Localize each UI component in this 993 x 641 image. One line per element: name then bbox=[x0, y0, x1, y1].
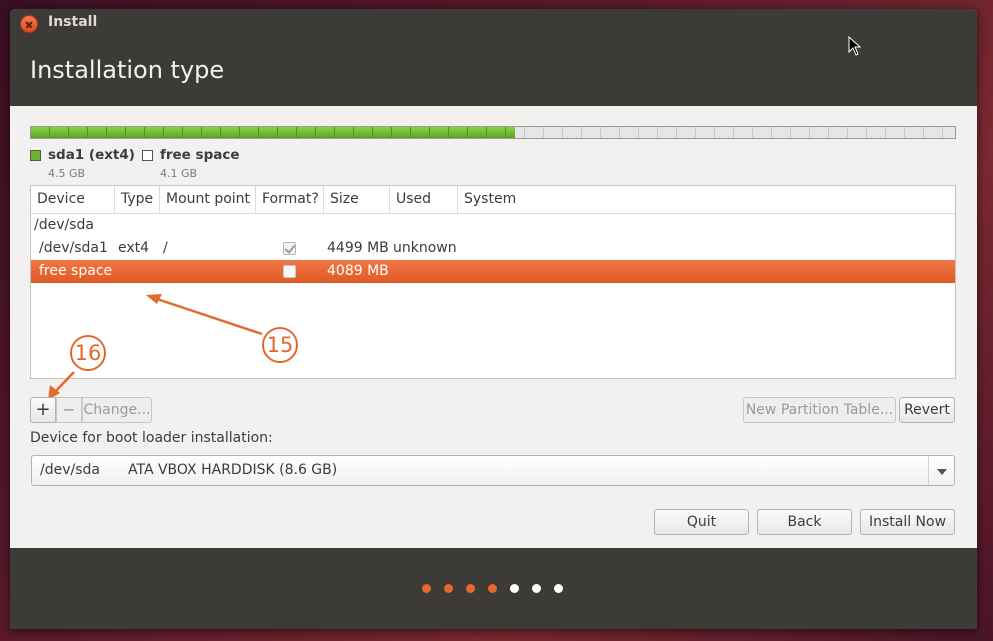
table-row-sda1[interactable]: /dev/sda1 ext4 / 4499 MB unknown bbox=[31, 237, 955, 260]
legend-size: 4.5 GB bbox=[48, 167, 86, 180]
title-bar: Install Installation type bbox=[10, 9, 977, 106]
install-now-button[interactable]: Install Now bbox=[860, 509, 955, 535]
main-content: sda1 (ext4) 4.5 GB free space 4.1 GB Dev… bbox=[10, 106, 977, 548]
progress-dot-3 bbox=[466, 584, 475, 593]
boot-device-description: ATA VBOX HARDDISK (8.6 GB) bbox=[128, 462, 338, 478]
boot-device: /dev/sda bbox=[40, 462, 100, 478]
back-button[interactable]: Back bbox=[757, 509, 852, 535]
dropdown-arrow-icon[interactable] bbox=[928, 456, 954, 485]
partition-table: Device Type Mount point Format? Size Use… bbox=[30, 185, 956, 379]
cell-mount-point: / bbox=[163, 240, 168, 256]
column-header-mount-point[interactable]: Mount point bbox=[160, 186, 256, 213]
quit-button[interactable]: Quit bbox=[654, 509, 749, 535]
legend-swatch-sda1 bbox=[30, 150, 41, 161]
progress-footer bbox=[10, 548, 977, 629]
table-row-free-space[interactable]: free space 4089 MB bbox=[31, 260, 955, 283]
legend-swatch-free-space bbox=[142, 150, 153, 161]
cell-size: 4499 MB bbox=[327, 240, 389, 256]
revert-button[interactable]: Revert bbox=[899, 397, 955, 423]
format-checkbox[interactable] bbox=[283, 242, 296, 255]
new-partition-table-button[interactable]: New Partition Table... bbox=[743, 397, 896, 423]
boot-loader-label: Device for boot loader installation: bbox=[30, 430, 273, 446]
mouse-pointer-icon bbox=[848, 36, 862, 56]
legend-name: free space bbox=[160, 147, 240, 163]
cell-size: 4089 MB bbox=[327, 263, 389, 279]
add-partition-button[interactable]: + bbox=[30, 397, 56, 423]
legend-size: 4.1 GB bbox=[160, 167, 198, 180]
annotation-15: 15 bbox=[262, 327, 298, 363]
table-row-disk[interactable]: /dev/sda bbox=[31, 214, 955, 237]
progress-dot-6 bbox=[532, 584, 541, 593]
cell-device: free space bbox=[39, 263, 113, 279]
page-title: Installation type bbox=[30, 56, 225, 84]
column-header-type[interactable]: Type bbox=[115, 186, 160, 213]
cell-device: /dev/sda bbox=[34, 217, 94, 233]
change-partition-button[interactable]: Change... bbox=[82, 397, 152, 423]
close-icon[interactable] bbox=[20, 15, 38, 33]
cell-used: unknown bbox=[393, 240, 457, 256]
progress-dot-2 bbox=[444, 584, 453, 593]
progress-dot-5 bbox=[510, 584, 519, 593]
table-header: Device Type Mount point Format? Size Use… bbox=[31, 186, 955, 214]
annotation-16: 16 bbox=[70, 335, 106, 371]
column-header-size[interactable]: Size bbox=[324, 186, 390, 213]
remove-partition-button[interactable]: − bbox=[56, 397, 82, 423]
format-checkbox[interactable] bbox=[283, 265, 296, 278]
disk-usage-bar bbox=[30, 126, 956, 139]
window-title: Install bbox=[48, 14, 98, 30]
installer-window: Install Installation type sda1 (ext4) 4.… bbox=[10, 9, 977, 629]
progress-dot-1 bbox=[422, 584, 431, 593]
column-header-system[interactable]: System bbox=[458, 186, 955, 213]
cell-device: /dev/sda1 bbox=[39, 240, 108, 256]
legend-name: sda1 (ext4) bbox=[48, 147, 135, 163]
boot-loader-device-select[interactable]: /dev/sda ATA VBOX HARDDISK (8.6 GB) bbox=[31, 455, 955, 486]
cell-type: ext4 bbox=[118, 240, 150, 256]
progress-dot-7 bbox=[554, 584, 563, 593]
progress-dot-4 bbox=[488, 584, 497, 593]
column-header-device[interactable]: Device bbox=[31, 186, 115, 213]
column-header-format[interactable]: Format? bbox=[256, 186, 324, 213]
column-header-used[interactable]: Used bbox=[390, 186, 458, 213]
disk-usage-fill-sda1 bbox=[31, 127, 516, 138]
